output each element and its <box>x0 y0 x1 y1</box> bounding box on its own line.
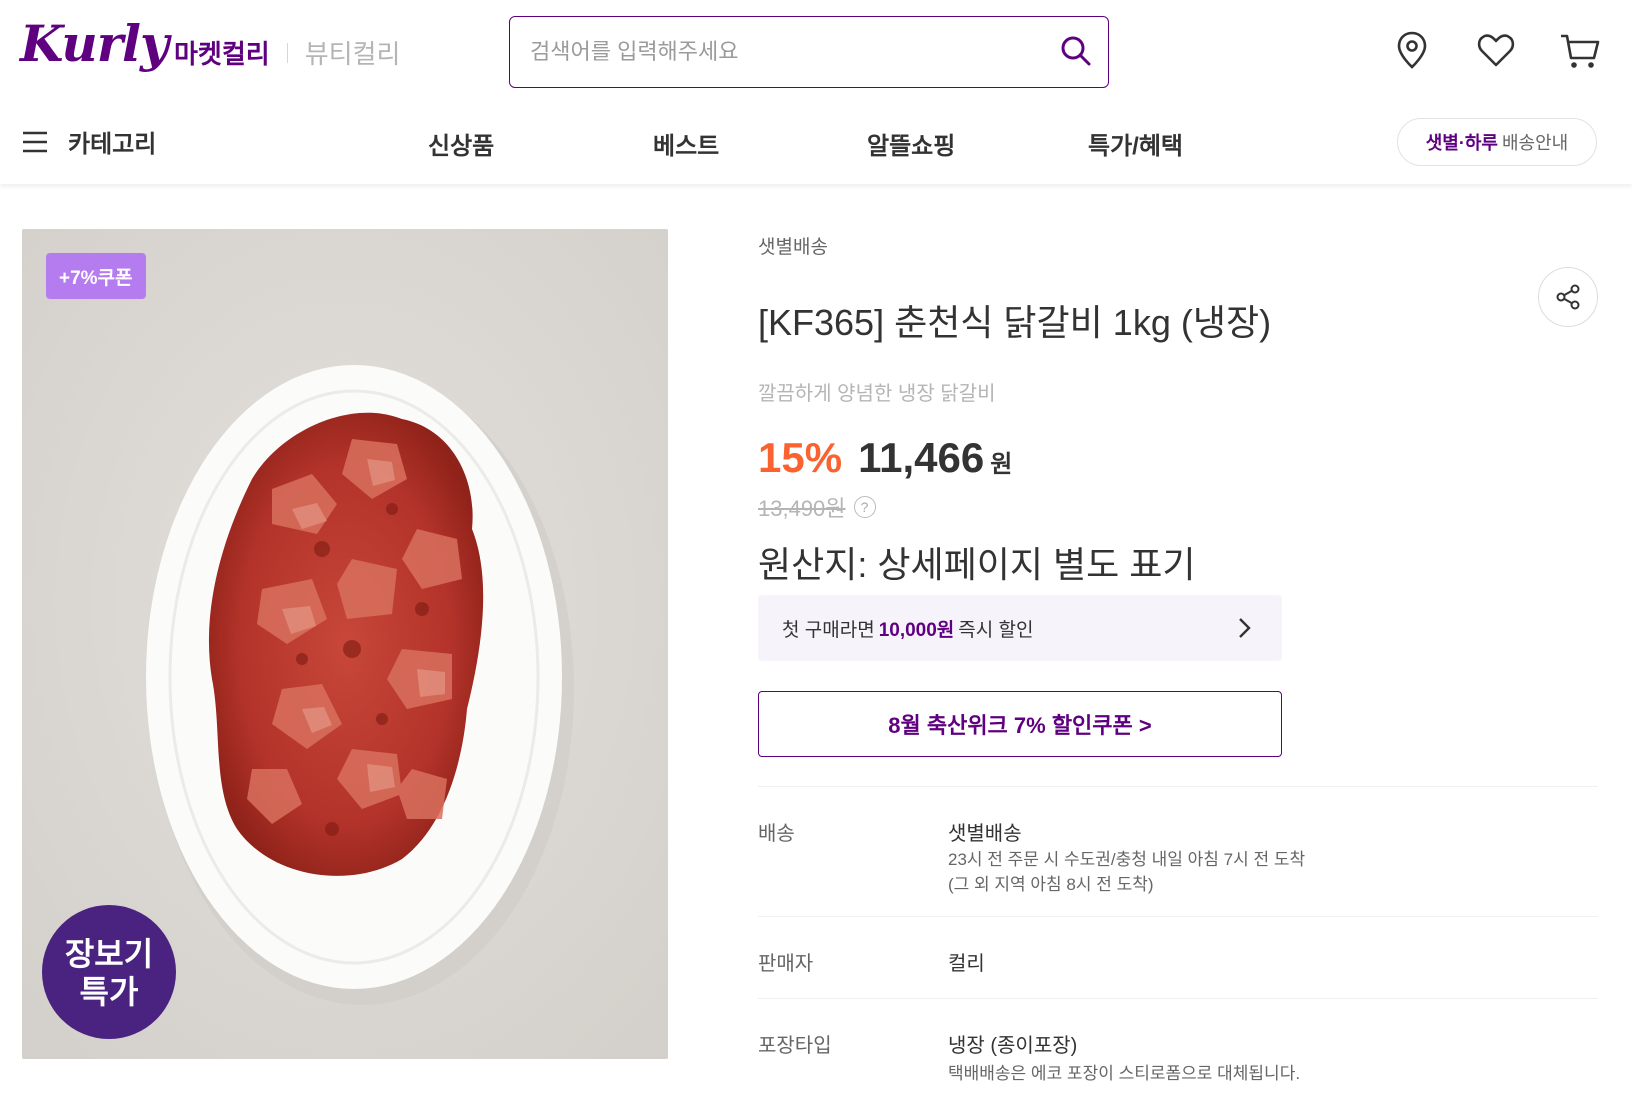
share-button[interactable] <box>1538 267 1598 327</box>
detail-desc-line: 23시 전 주문 시 수도권/충청 내일 아침 7시 전 도착 <box>948 850 1306 869</box>
sale-price: 11,466 <box>858 434 985 481</box>
product-subtitle: 깔끔하게 양념한 냉장 닭갈비 <box>758 383 996 405</box>
delivery-highlight: 샛별·하루 <box>1425 133 1498 153</box>
first-buy-prefix: 첫 구매라면 <box>782 619 875 641</box>
detail-desc: 23시 전 주문 시 수도권/충청 내일 아침 7시 전 도착 (그 외 지역 … <box>948 847 1305 897</box>
detail-desc-line: (그 외 지역 아침 8시 전 도착) <box>948 875 1154 894</box>
cart-icon[interactable] <box>1558 28 1602 72</box>
discount-rate: 15% <box>758 434 843 481</box>
category-menu[interactable]: 카테고리 <box>22 124 156 159</box>
nav-special-deals[interactable]: 특가/혜택 <box>1088 126 1183 161</box>
detail-value: 샛별배송 <box>948 823 1022 845</box>
delivery-info-button[interactable]: 샛별·하루 배송안내 <box>1397 118 1597 166</box>
header-icons <box>1390 28 1602 72</box>
detail-row-seller: 판매자 컬리 <box>758 916 1598 998</box>
category-label: 카테고리 <box>68 131 157 158</box>
first-buy-amount: 10,000원 <box>878 619 955 641</box>
price-row: 15% 11,466 원 <box>758 434 1012 482</box>
origin-info: 원산지: 상세페이지 별도 표기 <box>758 544 1196 585</box>
detail-row-packaging: 포장타입 냉장 (종이포장) 택배배송은 에코 포장이 스티로폼으로 대체됩니다… <box>758 998 1598 1098</box>
special-badge-line1: 장보기 <box>64 936 154 972</box>
detail-label: 포장타입 <box>758 1035 832 1057</box>
original-price-row: 13,490원 ? <box>758 491 876 523</box>
product-details-table: 배송 샛별배송 23시 전 주문 시 수도권/충청 내일 아침 7시 전 도착 … <box>758 786 1598 1098</box>
coupon-download-button[interactable]: 8월 축산위크 7% 할인쿠폰 > <box>758 691 1282 757</box>
coupon-badge: +7%쿠폰 <box>46 253 146 299</box>
special-deal-badge: 장보기 특가 <box>42 905 176 1039</box>
delivery-label: 배송안내 <box>1501 133 1569 153</box>
original-price: 13,490원 <box>758 496 846 521</box>
mall-tabs: 마켓컬리 뷰티컬리 <box>174 34 400 71</box>
search-icon[interactable] <box>1058 33 1094 69</box>
nav-bar: 카테고리 신상품 베스트 알뜰쇼핑 특가/혜택 샛별·하루 배송안내 <box>0 108 1632 178</box>
heart-icon[interactable] <box>1474 28 1518 72</box>
nav-best[interactable]: 베스트 <box>653 126 719 161</box>
tab-beauty-kurly[interactable]: 뷰티컬리 <box>305 34 401 71</box>
detail-row-delivery: 배송 샛별배송 23시 전 주문 시 수도권/충청 내일 아침 7시 전 도착 … <box>758 786 1598 916</box>
first-buy-suffix: 즉시 할인 <box>958 619 1034 641</box>
header: Kurly 마켓컬리 뷰티컬리 검색어를 입력해주세요 카테고리 신상품 베스트… <box>0 0 1632 184</box>
menu-icon <box>23 131 47 152</box>
detail-value: 컬리 <box>948 953 985 975</box>
detail-desc: 택배배송은 에코 포장이 스티로폼으로 대체됩니다. <box>948 1061 1300 1086</box>
currency-unit: 원 <box>990 451 1013 478</box>
detail-desc-line: 택배배송은 에코 포장이 스티로폼으로 대체됩니다. <box>948 1064 1301 1083</box>
special-badge-line2: 특가 <box>79 974 139 1010</box>
detail-label: 판매자 <box>758 953 814 975</box>
product-image: +7%쿠폰 장보기 특가 <box>22 229 668 1059</box>
divider <box>286 42 288 63</box>
detail-label: 배송 <box>758 823 795 845</box>
kurly-logo[interactable]: Kurly <box>20 14 169 73</box>
share-icon <box>1556 284 1580 310</box>
delivery-type: 샛별배송 <box>758 237 828 258</box>
detail-value: 냉장 (종이포장) <box>948 1035 1078 1057</box>
question-icon[interactable]: ? <box>853 496 876 518</box>
nav-new-products[interactable]: 신상품 <box>428 126 494 161</box>
product-title: [KF365] 춘천식 닭갈비 1kg (냉장) <box>758 302 1272 343</box>
search-input[interactable] <box>530 17 1030 86</box>
location-icon[interactable] <box>1390 28 1434 72</box>
tab-market-kurly[interactable]: 마켓컬리 <box>174 34 270 71</box>
nav-bargain-shopping[interactable]: 알뜰쇼핑 <box>867 126 955 161</box>
chevron-right-icon <box>1239 618 1251 638</box>
search-box <box>509 16 1109 88</box>
first-purchase-banner[interactable]: 첫 구매라면 10,000원 즉시 할인 <box>758 595 1282 661</box>
